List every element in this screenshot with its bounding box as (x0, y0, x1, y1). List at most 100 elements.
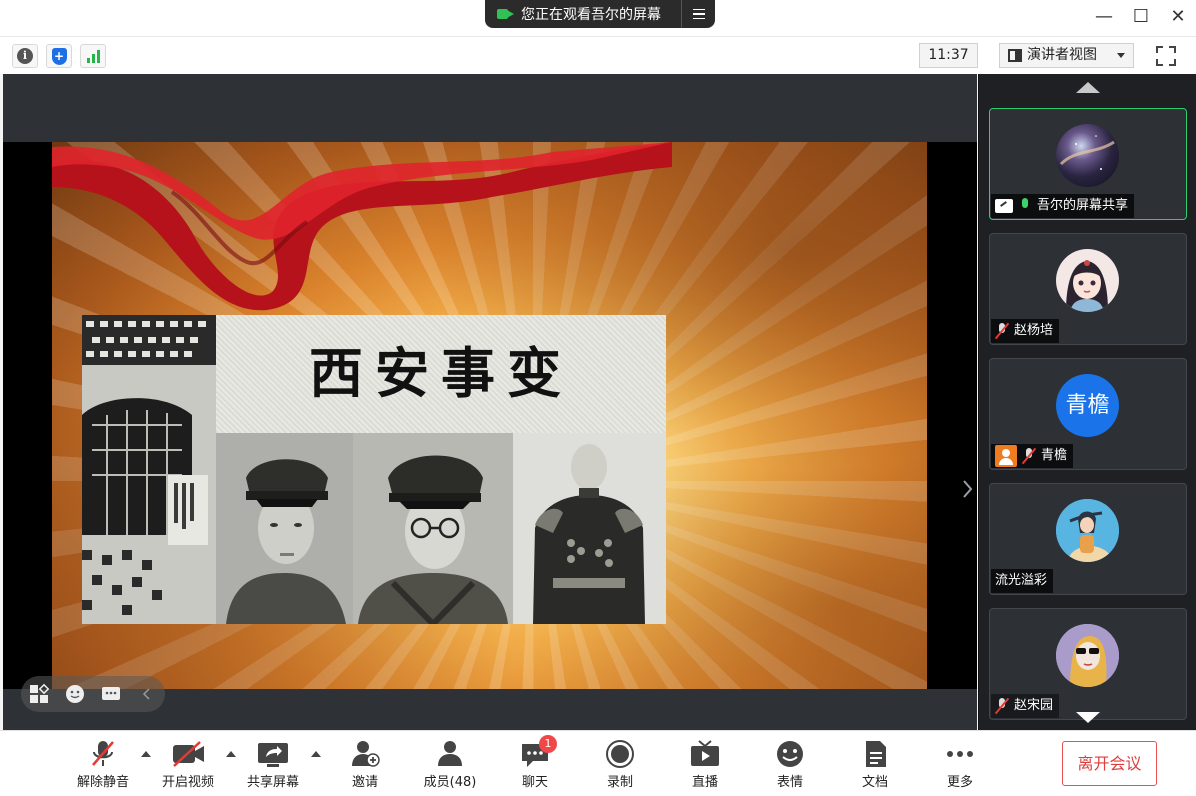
participant-name: 赵宋园 (1014, 698, 1054, 713)
barrage-button[interactable] (93, 676, 129, 712)
more-label: 更多 (946, 775, 973, 790)
chat-button[interactable]: 1 聊天 (499, 735, 571, 793)
start-video-button[interactable]: 开启视频 (152, 739, 224, 793)
minimize-button[interactable]: — (1093, 6, 1115, 28)
view-mode-label: 演讲者视图 (1027, 47, 1097, 63)
floating-annotation-toolbar (21, 676, 165, 712)
video-off-person-icon (995, 445, 1017, 467)
record-label: 录制 (606, 775, 633, 790)
unmute-label: 解除静音 (76, 775, 129, 790)
scroll-down-button[interactable] (1076, 712, 1100, 723)
portrait-officer-1 (216, 433, 353, 624)
view-mode-dropdown[interactable]: 演讲者视图 (999, 43, 1134, 68)
building-photo (82, 315, 216, 624)
participant-video-panel: 吾尔的屏幕共享 赵杨培 青檐 青檐 流光溢彩 赵宋园 (978, 74, 1196, 730)
audio-options-caret[interactable] (141, 751, 151, 757)
participant-name: 青檐 (1041, 448, 1068, 463)
participant-nametag: 赵杨培 (991, 319, 1060, 343)
close-button[interactable]: ✕ (1167, 6, 1189, 28)
screen-share-icon (995, 199, 1013, 213)
video-camera-off-icon (168, 739, 208, 769)
participant-tile[interactable]: 流光溢彩 (989, 483, 1187, 595)
meeting-info-button[interactable]: i (12, 44, 38, 68)
emoji-label: 表情 (776, 775, 803, 790)
illustration-avatar (1056, 499, 1119, 562)
microphone-icon (1018, 198, 1032, 214)
slide-title: 西安事变 (309, 341, 573, 405)
live-stream-button[interactable]: 直播 (669, 739, 741, 793)
shared-screen-area: 西安事变 (3, 74, 977, 730)
message-icon (102, 687, 120, 700)
participant-nametag: 赵宋园 (991, 694, 1060, 718)
participant-tile[interactable]: 青檐 青檐 (989, 358, 1187, 470)
expand-panel-button[interactable] (961, 476, 975, 502)
signal-bars-icon (86, 49, 100, 63)
microphone-muted-icon (1021, 447, 1037, 465)
participant-nametag: 流光溢彩 (991, 569, 1054, 593)
participant-name: 吾尔的屏幕共享 (1037, 198, 1129, 213)
network-status-button[interactable] (80, 44, 106, 68)
layout-icon (1008, 49, 1022, 62)
reaction-button[interactable] (57, 676, 93, 712)
portrait-generalissimo (513, 433, 666, 624)
video-options-caret[interactable] (226, 751, 236, 757)
scroll-up-button[interactable] (1076, 82, 1100, 93)
unmute-button[interactable]: 解除静音 (67, 739, 139, 793)
microphone-muted-icon (83, 739, 123, 769)
fullscreen-button[interactable] (1154, 44, 1178, 68)
participant-tile[interactable]: 赵宋园 (989, 608, 1187, 720)
meeting-toolbar: 解除静音 开启视频 共享屏幕 邀请 成员(48) 1 聊天 录制 直播 表情 文… (0, 730, 1196, 796)
add-person-icon (345, 739, 385, 769)
participant-nametag: 吾尔的屏幕共享 (991, 194, 1135, 218)
more-button[interactable]: 更多 (924, 739, 996, 793)
record-button[interactable]: 录制 (584, 739, 656, 793)
maximize-button[interactable]: ☐ (1130, 6, 1152, 28)
share-menu-icon[interactable] (681, 0, 715, 28)
share-screen-button[interactable]: 共享屏幕 (237, 739, 309, 793)
documents-label: 文档 (861, 775, 888, 790)
info-icon: i (17, 48, 33, 64)
invite-button[interactable]: 邀请 (329, 739, 401, 793)
smile-icon (770, 739, 810, 769)
apps-button[interactable] (21, 676, 57, 712)
participant-name: 赵杨培 (1014, 323, 1054, 338)
microphone-muted-icon (994, 697, 1010, 715)
share-options-caret[interactable] (311, 751, 321, 757)
live-stream-label: 直播 (691, 775, 718, 790)
apps-grid-icon (30, 683, 50, 703)
share-banner-text: 您正在观看吾尔的屏幕 (521, 7, 661, 23)
video-camera-icon (497, 8, 515, 20)
text-avatar: 青檐 (1056, 374, 1119, 437)
chevron-right-icon (963, 480, 973, 498)
emoji-button[interactable]: 表情 (754, 739, 826, 793)
start-video-label: 开启视频 (161, 775, 214, 790)
share-screen-icon (253, 739, 293, 769)
members-icon (430, 739, 470, 769)
participant-nametag: 青檐 (991, 444, 1074, 468)
historical-photo-collage: 西安事变 (82, 315, 666, 624)
share-screen-label: 共享屏幕 (246, 775, 299, 790)
chat-unread-badge: 1 (539, 735, 557, 753)
participant-tile[interactable]: 吾尔的屏幕共享 (989, 108, 1187, 220)
members-button[interactable]: 成员(48) (414, 739, 486, 793)
collapse-toolbar-button[interactable] (129, 676, 165, 712)
cartoon-avatar (1056, 624, 1119, 687)
title-bar: 您正在观看吾尔的屏幕 — ☐ ✕ (0, 0, 1196, 36)
red-ribbon-decoration (52, 142, 672, 311)
presentation-slide: 西安事变 (52, 142, 927, 689)
chevron-down-icon (1117, 53, 1125, 58)
participant-tile[interactable]: 赵杨培 (989, 233, 1187, 345)
microphone-muted-icon (994, 322, 1010, 340)
anime-girl-avatar (1056, 249, 1119, 312)
document-icon (855, 739, 895, 769)
leave-meeting-button[interactable]: 离开会议 (1062, 741, 1157, 786)
screen-share-banner[interactable]: 您正在观看吾尔的屏幕 (485, 0, 715, 28)
galaxy-avatar (1056, 124, 1119, 187)
more-dots-icon (940, 739, 980, 769)
meeting-window: 您正在观看吾尔的屏幕 — ☐ ✕ i + 11:37 演讲者视图 西安事变 吾尔… (0, 0, 1196, 796)
security-button[interactable]: + (46, 44, 72, 68)
documents-button[interactable]: 文档 (839, 739, 911, 793)
chevron-left-icon (142, 688, 150, 700)
smile-icon (66, 685, 84, 703)
meeting-clock: 11:37 (919, 43, 978, 68)
